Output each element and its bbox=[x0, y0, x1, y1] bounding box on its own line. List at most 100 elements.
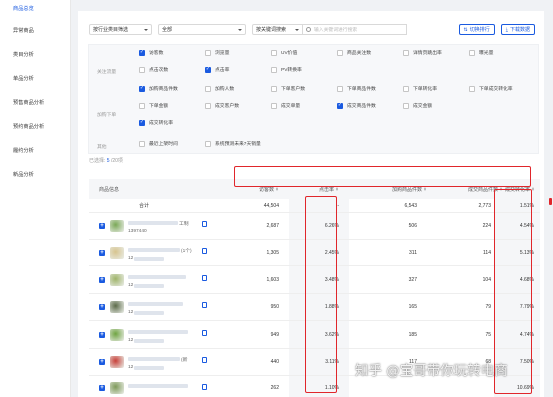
metric-checkbox[interactable]: 曝光量 bbox=[469, 49, 493, 56]
selected-count: 已选择: 5 /20项 bbox=[89, 157, 123, 164]
switch-ranking-button[interactable]: ⇅ 切换排行 bbox=[458, 24, 495, 35]
search-placeholder: 输入关键词进行搜索 bbox=[314, 28, 358, 33]
cell-click-rate: 1.10% bbox=[324, 384, 339, 391]
metric-label: 下单转化率 bbox=[413, 87, 437, 92]
metric-checkbox[interactable]: 下单成交转化率 bbox=[469, 85, 513, 92]
metric-label: 下单成交转化率 bbox=[479, 87, 513, 92]
expand-plus-icon[interactable]: + bbox=[99, 304, 105, 310]
metric-label: 加购人数 bbox=[215, 87, 235, 92]
product-thumbnail bbox=[110, 247, 124, 259]
expand-plus-icon[interactable]: + bbox=[99, 385, 105, 391]
sidebar-item-reservation[interactable]: 预约商品分析 bbox=[0, 114, 70, 138]
header-click-rate[interactable]: 点击率 bbox=[299, 179, 339, 199]
header-cart-items[interactable]: 加购商品件数 bbox=[351, 179, 427, 199]
metric-checkbox[interactable]: 下单金额 bbox=[139, 102, 168, 109]
sidebar-item-presale[interactable]: 预售商品分析 bbox=[0, 90, 70, 114]
cell-deal-items: 75 bbox=[485, 331, 491, 338]
metric-checkbox[interactable]: 详情页跳出率 bbox=[403, 49, 442, 56]
checkbox-icon bbox=[271, 49, 277, 56]
search-mode-value: 按关键词搜索 bbox=[256, 27, 287, 33]
metric-checkbox[interactable]: ✓ 成交商品件数 bbox=[337, 102, 376, 109]
metric-label: 成交金额 bbox=[413, 104, 433, 109]
expand-plus-icon[interactable]: + bbox=[99, 277, 105, 283]
metric-checkbox[interactable]: 最近上架时间 bbox=[139, 140, 178, 147]
sidebar-item-category[interactable]: 类目分析 bbox=[0, 42, 70, 66]
metric-checkbox[interactable]: ✓ 访客数 bbox=[139, 49, 163, 56]
product-name[interactable]: 工制 bbox=[179, 220, 189, 227]
blurred-product-name bbox=[128, 248, 180, 252]
blurred-product-id bbox=[134, 311, 164, 315]
metric-checkbox[interactable]: 成交单量 bbox=[271, 102, 300, 109]
expand-plus-icon[interactable]: + bbox=[99, 359, 105, 365]
expand-plus-icon[interactable]: + bbox=[99, 250, 105, 256]
sidebar-item-overview[interactable]: 商品总览 bbox=[0, 0, 70, 18]
metric-checkbox[interactable]: 成交金额 bbox=[403, 102, 432, 109]
metric-label: 加购商品件数 bbox=[149, 87, 178, 92]
metric-checkbox[interactable]: ✓ 点击率 bbox=[205, 66, 229, 73]
sort-icon bbox=[336, 186, 339, 192]
metric-label: 下单客户数 bbox=[281, 87, 305, 92]
metric-checkbox[interactable]: 系统预测未来7天销量 bbox=[205, 140, 261, 147]
scope-select[interactable]: 全部 bbox=[158, 24, 246, 35]
header-visitors[interactable]: 访客数 bbox=[235, 179, 279, 199]
cell-conversion-rate: 4.68% bbox=[519, 276, 534, 283]
copy-icon[interactable] bbox=[202, 302, 207, 308]
expand-plus-icon[interactable]: + bbox=[99, 223, 105, 229]
copy-icon[interactable] bbox=[202, 275, 207, 281]
copy-icon[interactable] bbox=[202, 357, 207, 363]
product-thumbnail bbox=[110, 301, 124, 313]
cell-conversion-rate: 4.74% bbox=[519, 331, 534, 338]
header-label: 加购商品件数 bbox=[391, 186, 422, 193]
cell-conversion-rate: 1.51% bbox=[519, 202, 534, 209]
metric-checkbox[interactable]: ✓ 成交转化率 bbox=[139, 119, 173, 126]
product-name[interactable]: (新 bbox=[181, 356, 187, 363]
cell-deal-items: 79 bbox=[485, 304, 491, 310]
search-input[interactable]: 输入关键词进行搜索 bbox=[303, 24, 407, 35]
metric-checkbox[interactable]: 成交客户数 bbox=[205, 102, 239, 109]
metric-checkbox[interactable]: ✓ 加购商品件数 bbox=[139, 85, 178, 92]
metric-checkbox[interactable]: UV价值 bbox=[271, 49, 297, 56]
cell-deal-items: 104 bbox=[482, 276, 491, 283]
chevron-down-icon bbox=[295, 28, 299, 31]
copy-icon[interactable] bbox=[202, 248, 207, 254]
copy-icon[interactable] bbox=[202, 384, 207, 390]
product-name[interactable]: (1个) bbox=[181, 247, 192, 254]
checkbox-icon bbox=[139, 66, 145, 73]
sidebar-item-fulfillment[interactable]: 履约分析 bbox=[0, 138, 70, 162]
metric-checkbox[interactable]: 下单客户数 bbox=[271, 85, 305, 92]
cell-click-rate: - bbox=[337, 202, 339, 209]
product-id: 12 bbox=[128, 365, 134, 370]
header-conversion-rate[interactable]: 成交转化率 bbox=[503, 179, 535, 199]
metric-label: PV转换率 bbox=[281, 68, 302, 73]
metric-checkbox[interactable]: 下单转化率 bbox=[403, 85, 437, 92]
checkbox-icon bbox=[271, 66, 277, 73]
checkbox-icon bbox=[337, 85, 343, 92]
metric-checkbox[interactable]: 加购人数 bbox=[205, 85, 234, 92]
metric-checkbox[interactable]: 浏览量 bbox=[205, 49, 229, 56]
sort-icon bbox=[424, 186, 427, 192]
metric-label: 下单金额 bbox=[149, 104, 169, 109]
checkbox-icon bbox=[205, 140, 211, 147]
sidebar-item-new[interactable]: 新品分析 bbox=[0, 162, 70, 186]
copy-icon[interactable] bbox=[202, 330, 207, 336]
switch-ranking-label: 切换排行 bbox=[469, 27, 490, 33]
metric-checkbox[interactable]: 商品关注数 bbox=[337, 49, 371, 56]
copy-icon[interactable] bbox=[202, 221, 207, 227]
checkbox-checked-icon: ✓ bbox=[337, 102, 343, 109]
filter-bar: 按行业类目筛选 全部 按关键词搜索 输入关键词进行搜索 ⇅ 切换排行 ⤓ 下载数… bbox=[89, 23, 535, 36]
sidebar-item-abnormal[interactable]: 异常商品 bbox=[0, 18, 70, 42]
metric-checkbox[interactable]: 下单商品件数 bbox=[337, 85, 376, 92]
metric-label: 下单商品件数 bbox=[347, 87, 376, 92]
download-button[interactable]: ⤓ 下载数据 bbox=[500, 24, 535, 35]
search-mode-select[interactable]: 按关键词搜索 bbox=[252, 24, 303, 35]
expand-plus-icon[interactable]: + bbox=[99, 332, 105, 338]
header-label: 访客数 bbox=[258, 186, 274, 193]
cell-visitors: 949 bbox=[270, 331, 279, 338]
selected-prefix: 已选择: bbox=[89, 158, 106, 164]
metric-checkbox[interactable]: 点击次数 bbox=[139, 66, 168, 73]
header-deal-items[interactable]: 成交商品件数 bbox=[429, 179, 503, 199]
sidebar-item-single[interactable]: 单品分析 bbox=[0, 66, 70, 90]
watermark-text: 知乎 @宝哥带你玩转电商 bbox=[355, 363, 508, 379]
category-select[interactable]: 按行业类目筛选 bbox=[89, 24, 152, 35]
metric-checkbox[interactable]: PV转换率 bbox=[271, 66, 302, 73]
